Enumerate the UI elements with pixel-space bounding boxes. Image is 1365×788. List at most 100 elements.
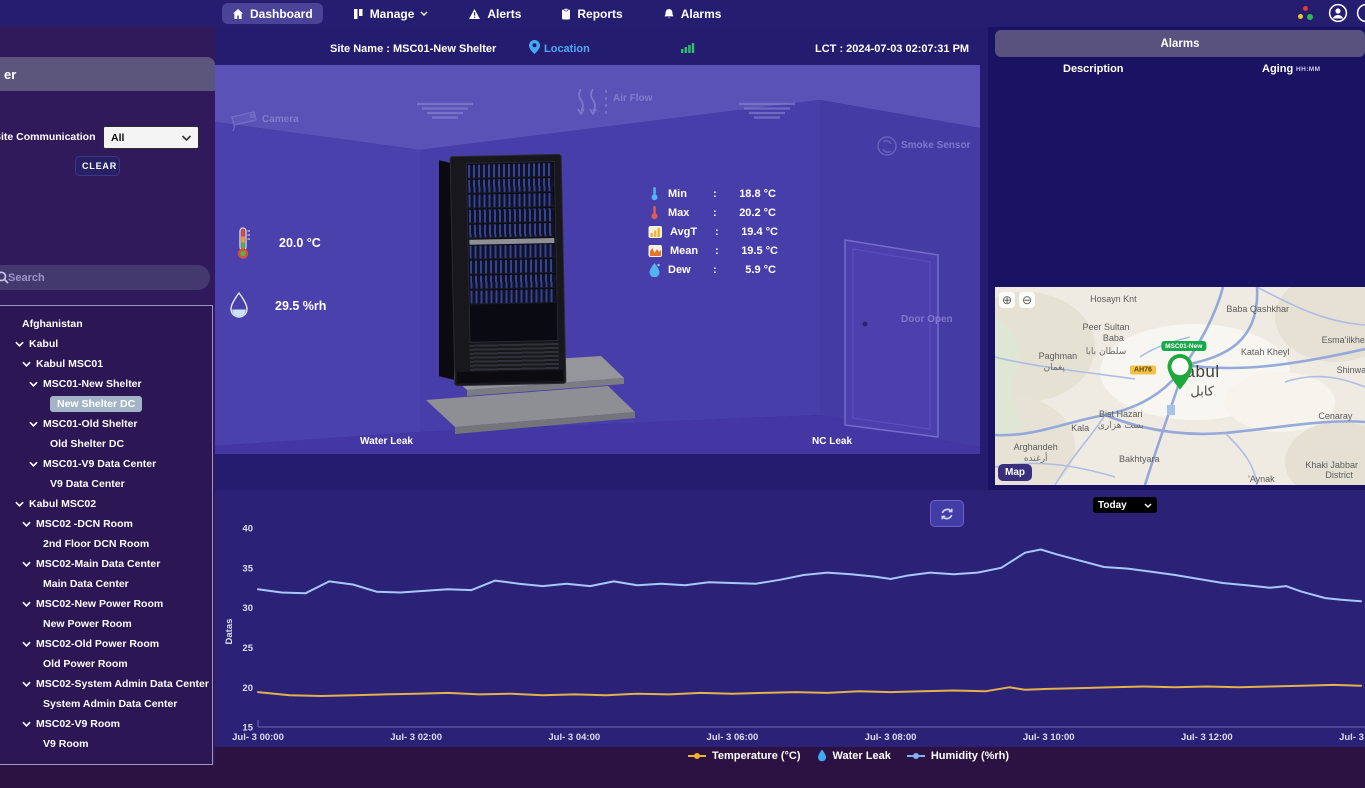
legend-temperature[interactable]: Temperature (°C): [688, 750, 801, 762]
clear-button[interactable]: Clear: [75, 156, 120, 176]
site-communication-label: Site Communication: [0, 131, 96, 143]
dcim-dashboard: Dashboard Manage Alerts Reports Alarms: [0, 0, 1365, 788]
tree-item[interactable]: MSC01-Old Shelter: [3, 414, 212, 434]
nav-manage[interactable]: Manage: [343, 3, 439, 24]
chevron-down-icon: [22, 721, 31, 727]
rack-vent: [470, 343, 560, 371]
stat-max: Max:20.2 °C: [648, 203, 778, 222]
stat-avgt: AvgT:19.4 °C: [648, 222, 778, 241]
map-place-label: 'Aynak: [1248, 474, 1275, 484]
map-place-label: District: [1325, 470, 1353, 480]
nav-reports[interactable]: Reports: [551, 3, 632, 24]
tree-item[interactable]: MSC02-Old Power Room: [3, 634, 212, 654]
map-widget[interactable]: Hosayn KntBaba QashkharPeer SultanBabaسل…: [995, 287, 1365, 485]
map-zoom-in-button[interactable]: ⊕: [999, 292, 1015, 308]
sidebar-header-text: er: [4, 67, 16, 82]
tree-item[interactable]: MSC02-V9 Room: [3, 714, 212, 734]
rack-cabinet: [450, 154, 567, 386]
lct-text: LCT : 2024-07-03 02:07:31 PM: [815, 43, 969, 55]
map-zoom-out-button[interactable]: ⊖: [1019, 292, 1035, 308]
nc-leak-label: NC Leak: [812, 436, 852, 447]
chevron-down-icon: [15, 341, 24, 347]
legend-droplet-icon: [817, 749, 827, 762]
map-mode-button[interactable]: Map: [998, 464, 1032, 481]
user-avatar-icon[interactable]: [1328, 3, 1348, 23]
legend-humidity-marker: [907, 752, 925, 760]
nav-dashboard[interactable]: Dashboard: [222, 3, 323, 24]
tree-item[interactable]: System Admin Data Center: [3, 694, 212, 714]
alarms-header: Alarms: [995, 30, 1365, 57]
location-link[interactable]: Location: [544, 43, 590, 55]
legend-humidity[interactable]: Humidity (%rh): [907, 750, 1009, 762]
tree-item[interactable]: V9 Room: [3, 734, 212, 754]
tree-item[interactable]: Kabul MSC01: [3, 354, 212, 374]
map-place-label: Shinwari: [1337, 365, 1365, 375]
map-place-label: Cenaray: [1318, 411, 1352, 421]
nav-alarms[interactable]: Alarms: [653, 3, 732, 24]
site-name-text: Site Name : MSC01-New Shelter: [330, 43, 496, 55]
map-place-label: Arghandeh: [1014, 442, 1058, 452]
tree-item[interactable]: New Shelter DC: [3, 394, 212, 414]
bar-chart-yellow-icon: [648, 225, 663, 239]
tree-item[interactable]: MSC01-V9 Data Center: [3, 454, 212, 474]
location-pin-icon: [529, 40, 540, 57]
chevron-down-icon: [22, 561, 31, 567]
thermometer-multicolor-icon: [233, 226, 253, 260]
tree-item-label: MSC02-System Admin Data Center: [36, 678, 209, 690]
status-dot-green: [1307, 14, 1313, 20]
chevron-down-icon: [22, 361, 31, 367]
smoke-sensor-label: Smoke Sensor: [901, 140, 970, 151]
tree-item[interactable]: Kabul MSC02: [3, 494, 212, 514]
tree-item[interactable]: MSC02 -DCN Room: [3, 514, 212, 534]
svg-text:Jul- 3 08:00: Jul- 3 08:00: [865, 732, 917, 743]
tree-item[interactable]: 2nd Floor DCN Room: [3, 534, 212, 554]
tree-item[interactable]: Kabul: [3, 334, 212, 354]
area-orange-icon: [648, 244, 663, 258]
tree-item-label: Afghanistan: [22, 318, 83, 330]
tree-item[interactable]: Old Power Room: [3, 654, 212, 674]
columns-icon: [353, 8, 364, 20]
select-value: All: [111, 132, 124, 144]
chevron-down-icon: [420, 11, 428, 16]
site-communication-select[interactable]: All: [103, 126, 199, 149]
tree-item-label: MSC01-Old Shelter: [43, 418, 138, 430]
tree-item[interactable]: MSC02-Main Data Center: [3, 554, 212, 574]
svg-text:25: 25: [242, 643, 253, 654]
tree-item-label: Old Shelter DC: [50, 438, 124, 450]
chevron-down-icon: [15, 501, 24, 507]
tree-item[interactable]: V9 Data Center: [3, 474, 212, 494]
tree-item-label: System Admin Data Center: [43, 698, 177, 710]
tree-item[interactable]: New Power Room: [3, 614, 212, 634]
tree-item[interactable]: Main Data Center: [3, 574, 212, 594]
map-place-label: سلطان بابا: [1086, 347, 1127, 357]
room-3d-view: Camera Air Flow Smoke Sensor Door Open W…: [215, 65, 980, 480]
alarms-title: Alarms: [1161, 38, 1200, 50]
map-place-label: Paghman: [1039, 351, 1078, 361]
thermometer-blue-icon: [648, 186, 661, 201]
room-walls: [215, 65, 980, 480]
alarms-col-aging: Aging: [1262, 63, 1293, 75]
tree-item[interactable]: MSC02-System Admin Data Center: [3, 674, 212, 694]
sidebar-header: er: [0, 57, 215, 91]
bell-icon: [663, 8, 675, 20]
map-place-label: Peer Sultan: [1082, 322, 1129, 332]
legend-water-leak[interactable]: Water Leak: [817, 749, 891, 762]
nav-alerts[interactable]: Alerts: [458, 3, 531, 24]
tree-item[interactable]: MSC01-New Shelter: [3, 374, 212, 394]
sidebar: er Site Communication All Clear Search A…: [0, 27, 215, 765]
search-input[interactable]: Search: [0, 265, 210, 290]
tree-item[interactable]: Afghanistan: [3, 314, 212, 334]
tree-item[interactable]: MSC02-New Power Room: [3, 594, 212, 614]
nav-label: Manage: [370, 7, 415, 21]
tree-item[interactable]: Old Shelter DC: [3, 434, 212, 454]
secondary-avatar-icon[interactable]: [1356, 3, 1365, 23]
door-icon: [845, 240, 938, 437]
status-dot-yellow: [1298, 14, 1303, 19]
svg-text:Jul- 3 06:00: Jul- 3 06:00: [707, 732, 759, 743]
tree-item-label: Main Data Center: [43, 578, 129, 590]
sensor-trend-chart[interactable]: 403530252015Jul- 3 00:00Jul- 3 02:00Jul-…: [215, 490, 1365, 747]
nav-label: Alarms: [681, 7, 722, 21]
nav-label: Reports: [577, 7, 622, 21]
map-place-label: أرغنده: [1024, 454, 1048, 464]
site-marker-pin-icon[interactable]: [1163, 352, 1197, 392]
